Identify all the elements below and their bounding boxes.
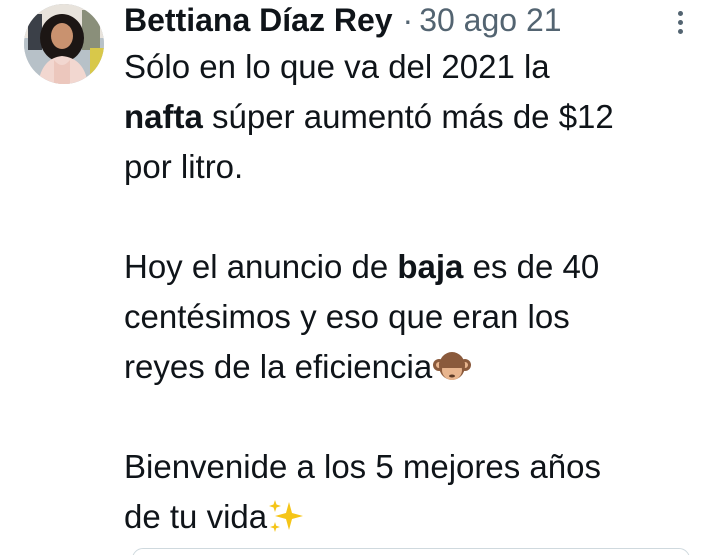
text-span: es de 40 [463, 248, 600, 285]
sparkles-icon [269, 500, 304, 532]
text-span: Bienvenide a los 5 mejores años [124, 448, 601, 485]
text-line: Sólo en lo que va del 2021 la [124, 42, 704, 92]
text-span: reyes de la eficiencia [124, 348, 433, 385]
text-line: Hoy el anuncio de baja es de 40 [124, 242, 704, 292]
media-card-edge[interactable] [132, 548, 690, 555]
bold-text: baja [397, 248, 464, 285]
text-span: de tu vida [124, 498, 268, 535]
display-name[interactable]: Bettiana Díaz Rey [124, 0, 393, 40]
separator-dot: · [402, 2, 414, 38]
text-span: centésimos y eso que eran los [124, 298, 570, 335]
tweet-header: Bettiana Díaz Rey · 30 ago 21 [124, 0, 562, 40]
see-no-evil-monkey-icon [433, 352, 472, 380]
tweet-text: Sólo en lo que va del 2021 la nafta súpe… [124, 42, 704, 542]
more-dot [678, 29, 683, 34]
text-span: Sólo en lo que va del 2021 la [124, 48, 550, 85]
text-span: Hoy el anuncio de [124, 248, 398, 285]
tweet[interactable]: Bettiana Díaz Rey · 30 ago 21 Sólo en lo… [0, 0, 719, 555]
text-line: por litro. [124, 142, 704, 192]
bold-text: nafta [124, 98, 203, 135]
profile-photo-icon [24, 4, 104, 84]
text-line: centésimos y eso que eran los [124, 292, 704, 342]
text-line: reyes de la eficiencia [124, 342, 704, 392]
more-dot [678, 20, 683, 25]
text-span: súper aumentó más de $12 [202, 98, 614, 135]
more-vertical-icon[interactable] [672, 6, 690, 38]
avatar[interactable] [24, 4, 104, 84]
more-dot [678, 11, 683, 16]
text-span: por litro. [124, 148, 244, 185]
text-line: Bienvenide a los 5 mejores años [124, 442, 704, 492]
text-line: nafta súper aumentó más de $12 [124, 92, 704, 142]
timestamp[interactable]: 30 ago 21 [419, 0, 561, 40]
text-line: de tu vida [124, 492, 704, 542]
